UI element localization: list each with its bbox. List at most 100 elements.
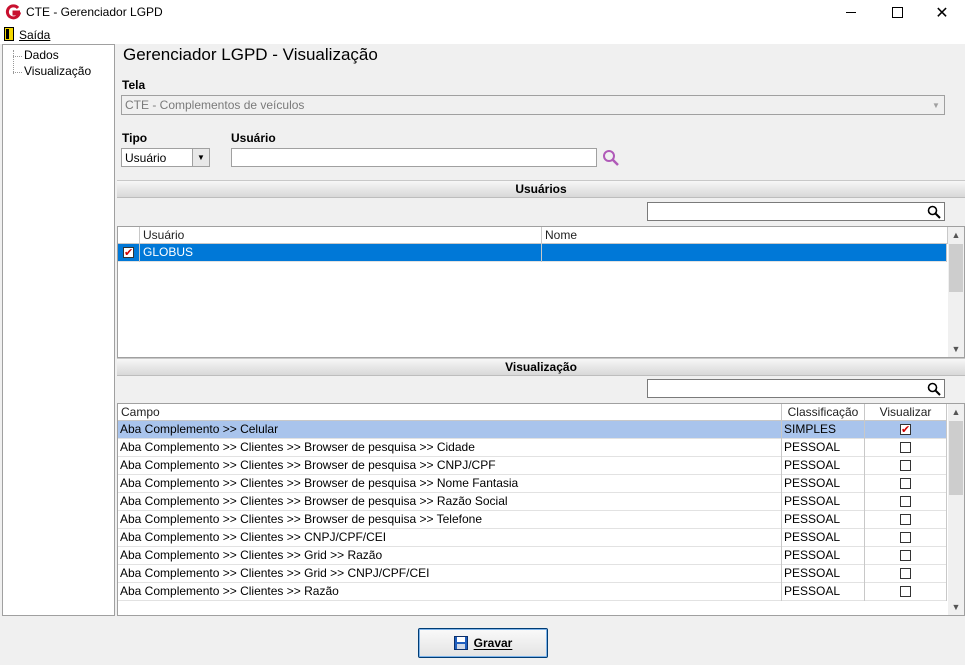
- navigation-tree: [2, 44, 115, 616]
- menu-exit[interactable]: Saída: [19, 28, 50, 42]
- chevron-down-icon[interactable]: ▼: [948, 599, 964, 615]
- visualizar-checkbox[interactable]: [900, 532, 911, 543]
- table-row[interactable]: Aba Complemento >> Clientes >> Browser d…: [118, 493, 947, 511]
- chevron-down-icon: ▼: [192, 149, 209, 166]
- page-title: Gerenciador LGPD - Visualização: [123, 45, 378, 64]
- visualizar-cell: [865, 493, 947, 511]
- classificacao-cell: SIMPLES: [782, 421, 865, 439]
- visualizar-cell: [865, 475, 947, 493]
- classificacao-cell: PESSOAL: [782, 439, 865, 457]
- tree-connector: [13, 50, 14, 74]
- users-section-header: Usuários: [117, 180, 965, 198]
- visualizar-cell: [865, 529, 947, 547]
- tipo-select[interactable]: Usuário ▼: [121, 148, 210, 167]
- save-button-label: Gravar: [473, 636, 513, 650]
- campo-cell: Aba Complemento >> Clientes >> Grid >> R…: [118, 547, 782, 565]
- minimize-button[interactable]: [828, 0, 874, 25]
- search-icon[interactable]: [927, 205, 941, 219]
- campo-cell: Aba Complemento >> Clientes >> Browser d…: [118, 439, 782, 457]
- tree-item-dados[interactable]: Dados: [24, 48, 59, 62]
- table-row[interactable]: Aba Complemento >> Clientes >> Browser d…: [118, 475, 947, 493]
- classificacao-cell: PESSOAL: [782, 457, 865, 475]
- table-row[interactable]: Aba Complemento >> Clientes >> Grid >> R…: [118, 547, 947, 565]
- campo-cell: Aba Complemento >> Clientes >> CNPJ/CPF/…: [118, 529, 782, 547]
- chevron-down-icon[interactable]: ▼: [948, 341, 964, 357]
- users-grid-header-nome[interactable]: Nome: [542, 227, 948, 244]
- table-row[interactable]: Aba Complemento >> Clientes >> Razão PESS…: [118, 583, 947, 601]
- view-grid-header-visualizar[interactable]: Visualizar: [865, 404, 947, 421]
- close-icon: ✕: [935, 4, 949, 22]
- tela-select[interactable]: CTE - Complementos de veículos ▼: [121, 95, 945, 115]
- view-grid-header-campo[interactable]: Campo: [118, 404, 782, 421]
- chevron-up-icon[interactable]: ▲: [948, 227, 964, 243]
- chevron-up-icon[interactable]: ▲: [948, 404, 964, 420]
- tree-connector: [13, 72, 22, 73]
- tree-connector: [13, 56, 22, 57]
- visualizar-checkbox[interactable]: [900, 442, 911, 453]
- users-grid: Usuário Nome GLOBUS ▲ ▼: [117, 226, 965, 358]
- row-checkbox-cell: [118, 244, 140, 262]
- chevron-down-icon: ▼: [932, 100, 940, 110]
- usuario-input[interactable]: [231, 148, 597, 167]
- users-grid-scrollbar[interactable]: ▲ ▼: [948, 227, 964, 357]
- view-section-header: Visualização: [117, 358, 965, 376]
- app-logo-icon: [5, 4, 21, 20]
- usuario-label: Usuário: [231, 131, 276, 145]
- view-search-input[interactable]: [647, 379, 945, 398]
- campo-cell: Aba Complemento >> Clientes >> Grid >> C…: [118, 565, 782, 583]
- maximize-button[interactable]: [874, 0, 920, 25]
- classificacao-cell: PESSOAL: [782, 475, 865, 493]
- table-row[interactable]: Aba Complemento >> Celular SIMPLES: [118, 421, 947, 439]
- campo-cell: Aba Complemento >> Celular: [118, 421, 782, 439]
- visualizar-cell: [865, 565, 947, 583]
- scrollbar-thumb[interactable]: [949, 244, 963, 292]
- maximize-icon: [891, 7, 903, 18]
- visualizar-cell: [865, 511, 947, 529]
- tela-label: Tela: [122, 78, 146, 92]
- campo-cell: Aba Complemento >> Clientes >> Razão: [118, 583, 782, 601]
- visualizar-cell: [865, 457, 947, 475]
- row-checkbox[interactable]: [123, 245, 134, 262]
- campo-cell: Aba Complemento >> Clientes >> Browser d…: [118, 475, 782, 493]
- view-grid-header-classificacao[interactable]: Classificação: [782, 404, 865, 421]
- table-row[interactable]: Aba Complemento >> Clientes >> Browser d…: [118, 511, 947, 529]
- classificacao-cell: PESSOAL: [782, 565, 865, 583]
- visualizar-checkbox[interactable]: [900, 496, 911, 507]
- visualizar-checkbox[interactable]: [900, 568, 911, 579]
- visualizar-checkbox[interactable]: [900, 514, 911, 525]
- classificacao-cell: PESSOAL: [782, 511, 865, 529]
- menu-bar: [0, 25, 965, 44]
- table-row[interactable]: Aba Complemento >> Clientes >> Browser d…: [118, 439, 947, 457]
- classificacao-cell: PESSOAL: [782, 529, 865, 547]
- users-search-input[interactable]: [647, 202, 945, 221]
- minimize-icon: [846, 12, 856, 13]
- campo-cell: Aba Complemento >> Clientes >> Browser d…: [118, 457, 782, 475]
- table-row[interactable]: Aba Complemento >> Clientes >> Grid >> C…: [118, 565, 947, 583]
- table-row[interactable]: Aba Complemento >> Clientes >> Browser d…: [118, 457, 947, 475]
- visualizar-checkbox[interactable]: [900, 478, 911, 489]
- search-icon[interactable]: [602, 149, 620, 167]
- user-name: [542, 244, 947, 262]
- table-row[interactable]: GLOBUS: [118, 244, 947, 262]
- save-button[interactable]: Gravar: [418, 628, 548, 658]
- close-button[interactable]: ✕: [919, 0, 965, 25]
- visualizar-checkbox[interactable]: [900, 586, 911, 597]
- search-icon[interactable]: [927, 382, 941, 396]
- users-grid-header-check: [118, 227, 140, 244]
- visualizar-cell: [865, 583, 947, 601]
- classificacao-cell: PESSOAL: [782, 547, 865, 565]
- visualizar-cell: [865, 547, 947, 565]
- visualizar-checkbox[interactable]: [900, 460, 911, 471]
- exit-door-icon: [4, 27, 14, 41]
- view-grid-scrollbar[interactable]: ▲ ▼: [948, 404, 964, 615]
- visualizar-checkbox[interactable]: [900, 550, 911, 561]
- tela-select-value: CTE - Complementos de veículos: [125, 98, 305, 112]
- tree-item-visualizacao[interactable]: Visualização: [24, 64, 91, 78]
- users-grid-header-usuario[interactable]: Usuário: [140, 227, 542, 244]
- window-title: CTE - Gerenciador LGPD: [26, 5, 163, 19]
- table-row[interactable]: Aba Complemento >> Clientes >> CNPJ/CPF/…: [118, 529, 947, 547]
- tipo-label: Tipo: [122, 131, 148, 145]
- classificacao-cell: PESSOAL: [782, 493, 865, 511]
- scrollbar-thumb[interactable]: [949, 421, 963, 495]
- visualizar-checkbox[interactable]: [900, 422, 911, 439]
